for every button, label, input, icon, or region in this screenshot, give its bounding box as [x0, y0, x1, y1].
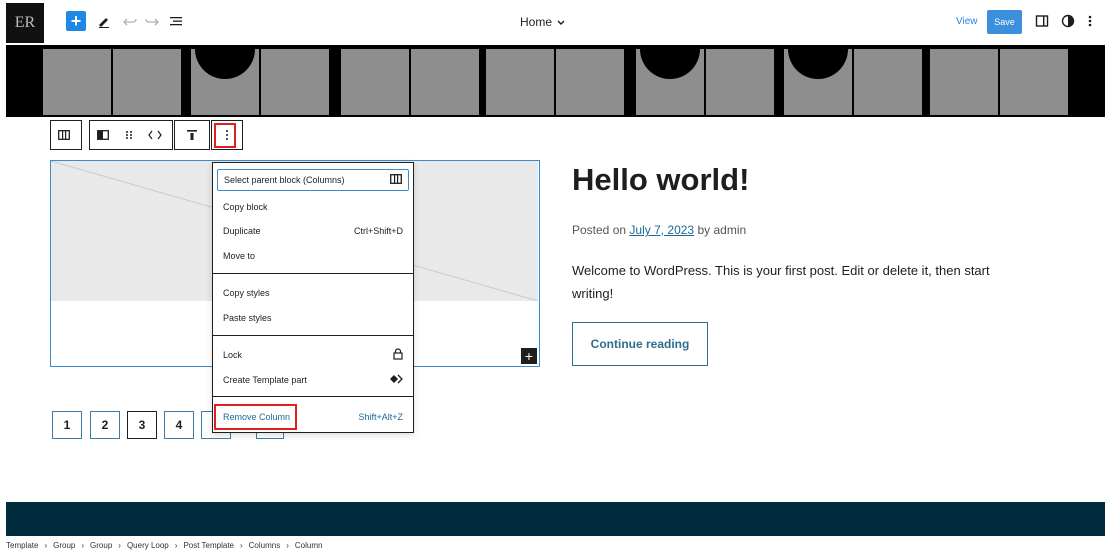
chevron-right-icon: › [239, 541, 243, 550]
pattern-tile [1000, 49, 1068, 115]
breadcrumb-item[interactable]: Group [53, 541, 75, 550]
pattern-tile [43, 49, 111, 115]
remove-column-highlight [214, 404, 297, 430]
page-number[interactable]: 2 [90, 411, 120, 439]
align-top-icon [175, 121, 209, 149]
pattern-tile [113, 49, 181, 115]
site-logo[interactable]: ER [6, 3, 44, 43]
parent-block-selector[interactable] [50, 120, 82, 150]
pattern-tile [341, 49, 409, 115]
styles-contrast-icon[interactable] [1058, 11, 1078, 31]
pattern-tile [191, 45, 259, 115]
pattern-tile [636, 45, 704, 115]
document-title: Home [520, 15, 553, 29]
current-page-number[interactable]: 3 [127, 411, 157, 439]
pattern-tile [784, 45, 852, 115]
menu-item-create-template-part[interactable]: Create Template part [217, 369, 409, 391]
view-button[interactable]: View [956, 16, 978, 27]
chevron-right-icon: › [81, 541, 85, 550]
columns-icon [51, 121, 77, 149]
post-author: admin [713, 223, 747, 237]
breadcrumb-item[interactable]: Template [6, 541, 38, 550]
page-number[interactable]: 1 [52, 411, 82, 439]
breadcrumb-item[interactable]: Columns [249, 541, 281, 550]
settings-sidebar-icon[interactable] [1032, 11, 1052, 31]
document-title-dropdown[interactable]: Home [520, 14, 565, 30]
redo-icon[interactable] [142, 11, 162, 31]
pattern-tile [706, 49, 774, 115]
meta-prefix: Posted on [572, 223, 627, 237]
menu-item-duplicate[interactable]: Duplicate Ctrl+Shift+D [217, 220, 409, 242]
breadcrumb-item[interactable]: Query Loop [127, 541, 169, 550]
menu-divider [213, 273, 413, 274]
menu-item-lock[interactable]: Lock [217, 344, 409, 366]
shortcut-label: Shift+Alt+Z [358, 412, 403, 422]
breadcrumb-item[interactable]: Group [90, 541, 112, 550]
column-block-icon[interactable] [90, 121, 116, 149]
chevron-down-icon [557, 15, 565, 29]
pattern-tile [930, 49, 998, 115]
meta-by: by [697, 223, 711, 237]
footer-band [6, 502, 1105, 536]
shortcut-label: Ctrl+Shift+D [353, 226, 403, 236]
save-button[interactable]: Save [987, 10, 1022, 34]
menu-item-move-to[interactable]: Move to [217, 245, 409, 267]
columns-icon [390, 174, 402, 186]
pattern-tile [261, 49, 329, 115]
move-left-right-icon[interactable] [142, 121, 168, 149]
menu-item-paste-styles[interactable]: Paste styles [217, 307, 409, 329]
chevron-right-icon: › [286, 541, 289, 550]
post-excerpt[interactable]: Welcome to WordPress. This is your first… [572, 259, 1032, 305]
page-number[interactable]: 4 [164, 411, 194, 439]
menu-divider [213, 335, 413, 336]
block-breadcrumb: Template › Group › Group › Query Loop › Post Tem… [6, 540, 322, 551]
menu-item-select-parent[interactable]: Select parent block (Columns) [217, 169, 409, 191]
pattern-tile [486, 49, 554, 115]
more-options-highlight [214, 123, 236, 148]
chevron-right-icon: › [44, 541, 48, 550]
breadcrumb-item[interactable]: Post Template [183, 541, 234, 550]
block-options-menu: Select parent block (Columns) Copy block… [212, 162, 414, 433]
breadcrumb-item[interactable]: Column [295, 541, 323, 550]
editor-top-toolbar: ER + Home View Save [0, 0, 1105, 45]
options-menu-icon[interactable] [1080, 11, 1100, 31]
pattern-tile [411, 49, 479, 115]
list-view-icon[interactable] [166, 11, 186, 31]
menu-item-copy-styles[interactable]: Copy styles [217, 282, 409, 304]
pattern-tile [854, 49, 922, 115]
edit-pencil-icon[interactable] [94, 11, 114, 31]
post-title[interactable]: Hello world! [572, 162, 749, 198]
block-type-group [89, 120, 173, 150]
post-meta: Posted on July 7, 2023 by admin [572, 223, 746, 237]
vertical-alignment-button[interactable] [174, 120, 210, 150]
post-date-link[interactable]: July 7, 2023 [629, 223, 694, 237]
chevron-right-icon: › [174, 541, 178, 550]
template-part-icon [389, 374, 403, 386]
pattern-tile [556, 49, 624, 115]
header-pattern-banner [6, 45, 1105, 117]
undo-icon[interactable] [120, 11, 140, 31]
block-inserter-button[interactable]: + [521, 348, 537, 364]
continue-reading-button[interactable]: Continue reading [572, 322, 708, 366]
lock-icon [393, 348, 403, 362]
add-block-button[interactable]: + [66, 11, 86, 31]
menu-item-copy-block[interactable]: Copy block [217, 196, 409, 218]
drag-handle-icon[interactable] [116, 121, 142, 149]
menu-divider [213, 396, 413, 397]
chevron-right-icon: › [118, 541, 121, 550]
